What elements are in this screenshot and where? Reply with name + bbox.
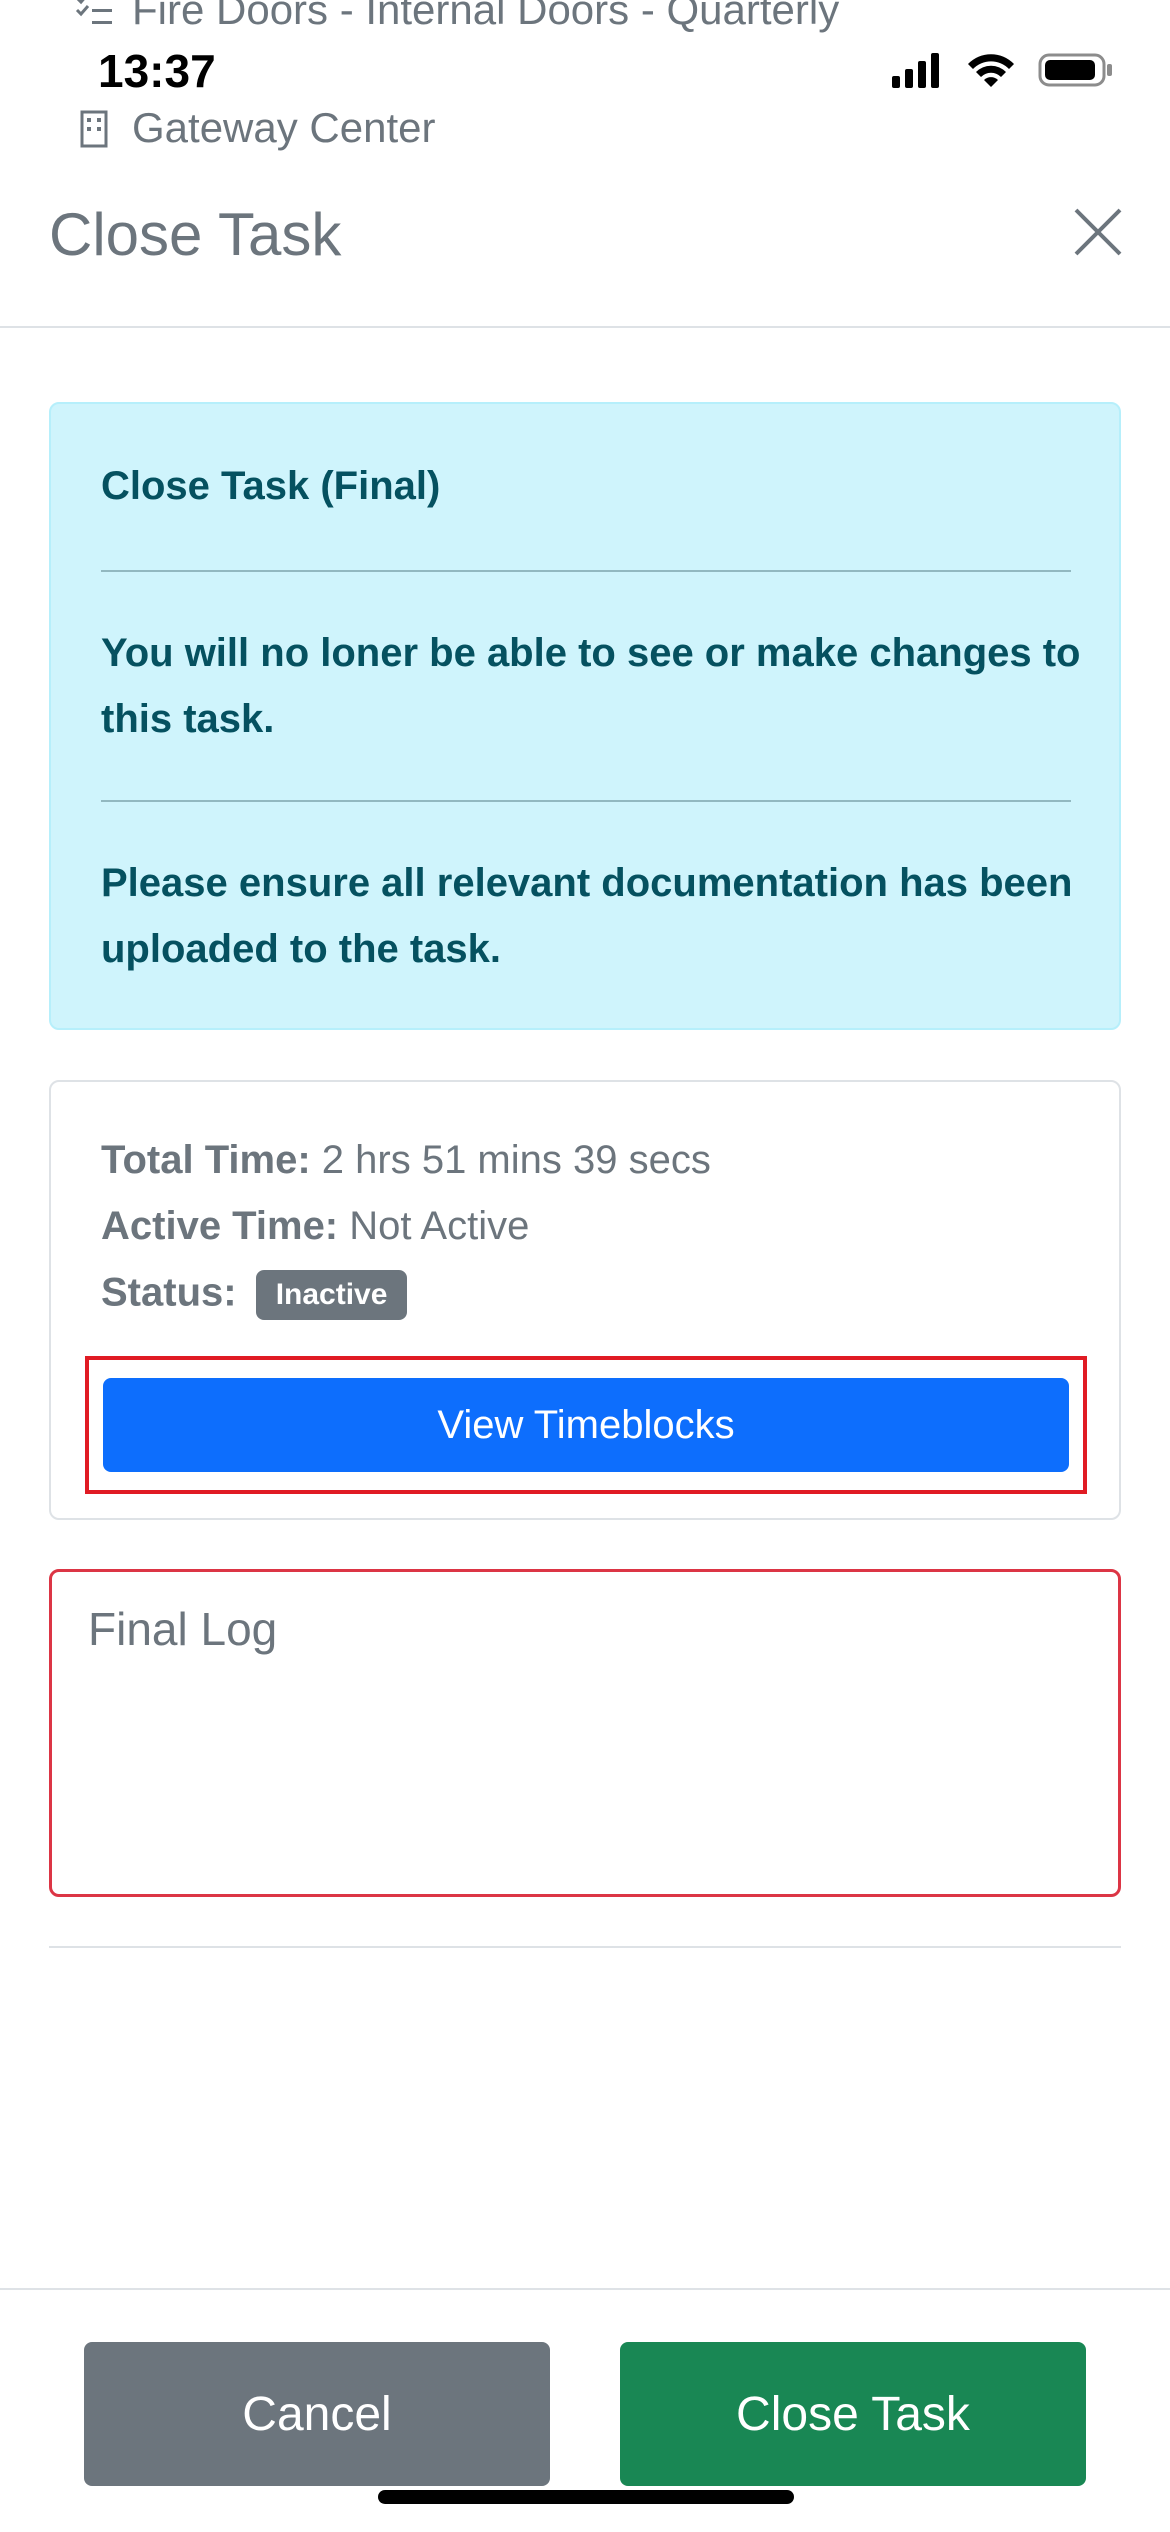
active-time-line: Active Time: Not Active — [101, 1204, 529, 1249]
section-divider — [49, 1946, 1121, 1948]
status-badge: Inactive — [255, 1270, 408, 1320]
final-log-input[interactable] — [49, 1569, 1121, 1897]
alert-divider — [101, 570, 1071, 572]
status-label: Status: — [101, 1270, 237, 1315]
total-time-line: Total Time: 2 hrs 51 mins 39 secs — [101, 1138, 711, 1183]
status-line: Status: Inactive — [101, 1270, 408, 1320]
background-task-title: Fire Doors - Internal Doors - Quarterly — [132, 0, 840, 33]
wifi-icon — [968, 54, 1014, 87]
battery-icon — [1038, 53, 1112, 87]
total-time-value: 2 hrs 51 mins 39 secs — [321, 1138, 711, 1182]
cancel-button[interactable]: Cancel — [84, 2342, 550, 2486]
time-info-card: Total Time: 2 hrs 51 mins 39 secs Active… — [49, 1080, 1121, 1520]
info-alert: Close Task (Final) You will no loner be … — [49, 402, 1121, 1030]
alert-documentation-text: Please ensure all relevant documentation… — [101, 861, 1073, 971]
background-location: Gateway Center — [132, 104, 436, 151]
alert-divider — [101, 800, 1071, 802]
close-task-screen: Fire Doors - Internal Doors - Quarterly … — [0, 0, 1170, 2532]
total-time-label: Total Time: — [101, 1138, 311, 1182]
alert-warning-text: You will no loner be able to see or make… — [101, 631, 1081, 741]
cellular-signal-icon — [892, 53, 939, 88]
close-icon[interactable] — [1070, 204, 1126, 260]
status-bar-icons — [892, 52, 1114, 88]
modal-header: Close Task — [0, 170, 1170, 328]
modal-title: Close Task — [49, 201, 342, 268]
view-timeblocks-button[interactable]: View Timeblocks — [103, 1378, 1069, 1472]
building-icon — [80, 110, 108, 148]
view-timeblocks-highlight: View Timeblocks — [85, 1356, 1087, 1494]
close-task-button[interactable]: Close Task — [620, 2342, 1086, 2486]
status-bar-time: 13:37 — [98, 45, 216, 97]
checklist-icon — [75, 0, 112, 24]
active-time-label: Active Time: — [101, 1204, 339, 1248]
alert-heading: Close Task (Final) — [101, 464, 441, 508]
background-location-row: Gateway Center — [74, 104, 435, 152]
background-task-title-row: Fire Doors - Internal Doors - Quarterly — [74, 0, 839, 34]
active-time-value: Not Active — [349, 1204, 530, 1248]
home-indicator — [378, 2490, 794, 2504]
